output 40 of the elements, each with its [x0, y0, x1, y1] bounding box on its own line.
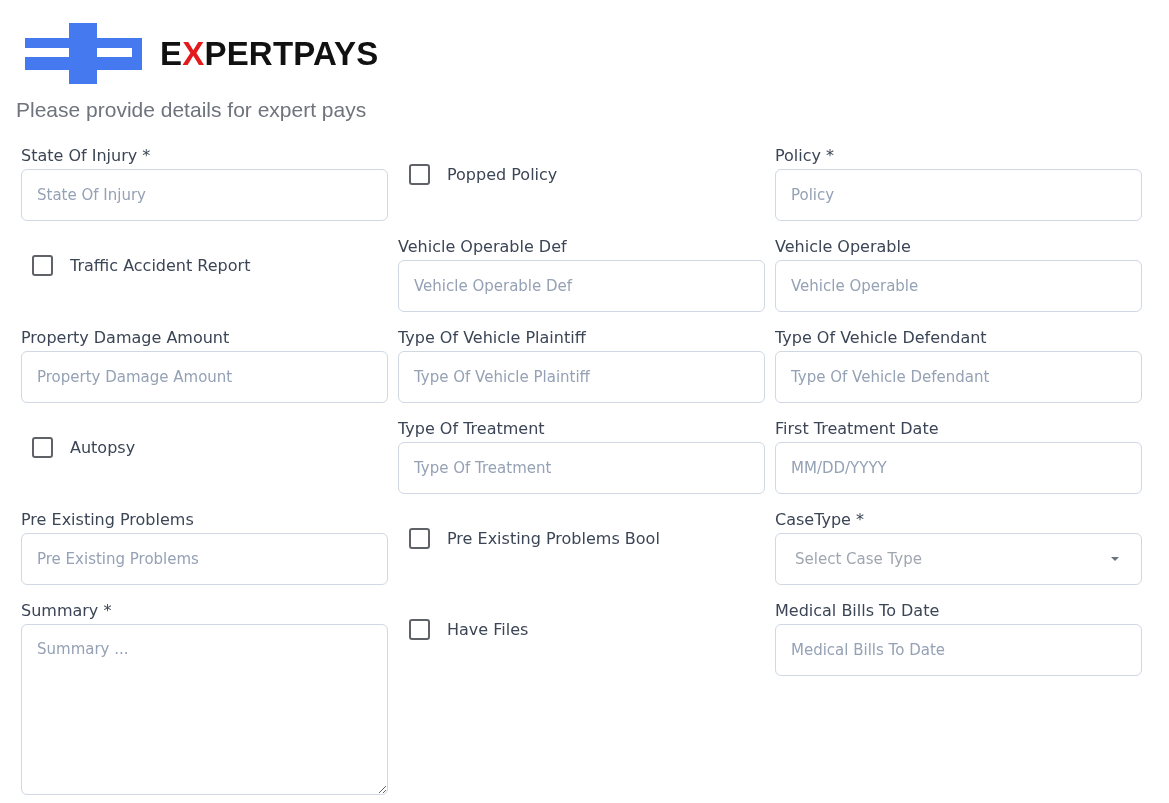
field-label: Type Of Vehicle Plaintiff	[398, 328, 586, 348]
checkbox-label: Popped Policy	[447, 164, 558, 185]
checkbox-label: Pre Existing Problems Bool	[447, 528, 660, 549]
textarea-field[interactable]: Summary ...	[21, 624, 388, 795]
select-field[interactable]: Select Case Type	[775, 533, 1142, 585]
checkbox[interactable]	[409, 619, 430, 640]
text-field[interactable]: Policy	[775, 169, 1142, 221]
logo-icon	[25, 23, 142, 84]
caret-icon	[1111, 557, 1119, 561]
form-subtitle: Please provide details for expert pays	[16, 97, 367, 122]
field-label: CaseType *	[775, 510, 864, 530]
text-field[interactable]: Medical Bills To Date	[775, 624, 1142, 676]
text-field[interactable]: Vehicle Operable Def	[398, 260, 765, 312]
field-label: First Treatment Date	[775, 419, 939, 439]
checkbox-label: Have Files	[447, 619, 529, 640]
text-field[interactable]: Property Damage Amount	[21, 351, 388, 403]
checkbox-label: Autopsy	[70, 437, 136, 458]
text-field[interactable]: State Of Injury	[21, 169, 388, 221]
text-field[interactable]: MM/DD/YYYY	[775, 442, 1142, 494]
field-label: State Of Injury *	[21, 146, 151, 166]
field-label: Pre Existing Problems	[21, 510, 194, 530]
field-label: Vehicle Operable	[775, 237, 911, 257]
field-label: Vehicle Operable Def	[398, 237, 567, 257]
text-field[interactable]: Type Of Vehicle Defendant	[775, 351, 1142, 403]
checkbox[interactable]	[409, 528, 430, 549]
checkbox-label: Traffic Accident Report	[70, 255, 251, 276]
text-field[interactable]: Type Of Treatment	[398, 442, 765, 494]
checkbox[interactable]	[32, 255, 53, 276]
text-field[interactable]: Vehicle Operable	[775, 260, 1142, 312]
field-label: Type Of Treatment	[398, 419, 545, 439]
field-label: Policy *	[775, 146, 835, 166]
text-field[interactable]: Type Of Vehicle Plaintiff	[398, 351, 765, 403]
field-label: Summary *	[21, 601, 112, 621]
field-label: Property Damage Amount	[21, 328, 230, 348]
text-field[interactable]: Pre Existing Problems	[21, 533, 388, 585]
checkbox[interactable]	[32, 437, 53, 458]
logo-text: EXPERTPAYS	[160, 34, 379, 73]
checkbox[interactable]	[409, 164, 430, 185]
field-label: Medical Bills To Date	[775, 601, 940, 621]
field-label: Type Of Vehicle Defendant	[775, 328, 987, 348]
